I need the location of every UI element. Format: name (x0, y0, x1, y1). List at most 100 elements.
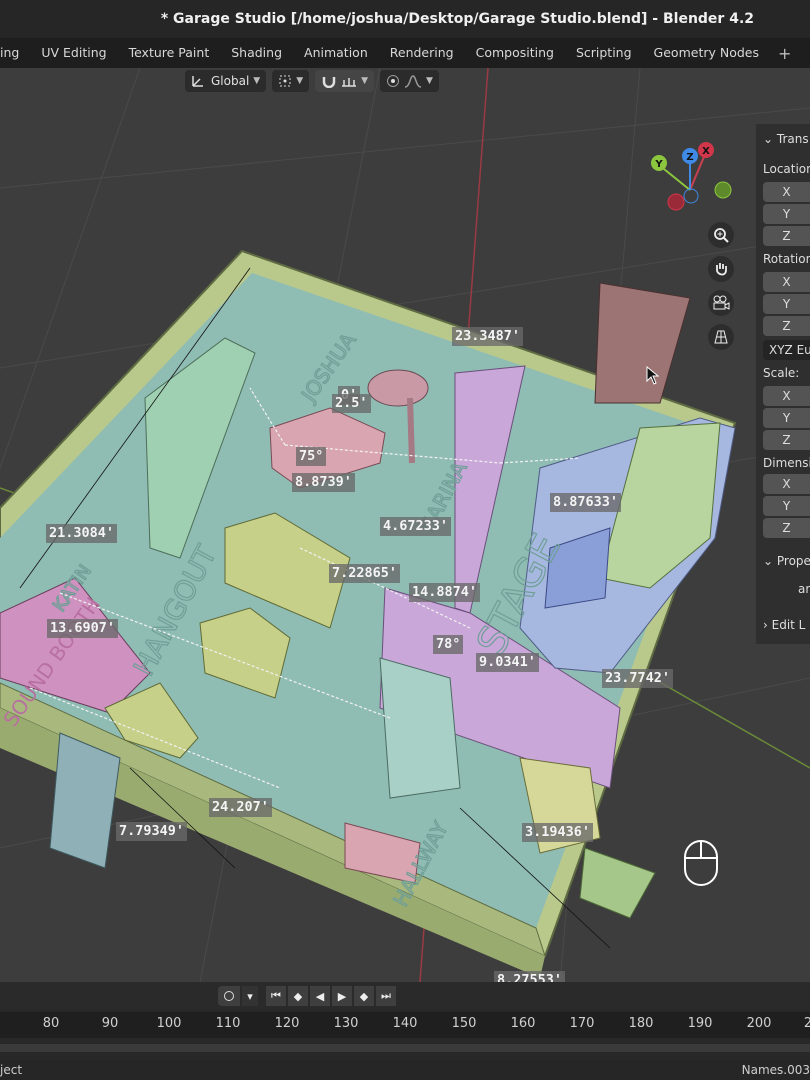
location-y-field[interactable]: Y (763, 204, 810, 224)
frame-tick: 180 (628, 1016, 654, 1031)
gizmo-x-label: X (702, 146, 710, 157)
frame-tick: 80 (42, 1016, 60, 1031)
chevron-down-icon: ▼ (296, 76, 304, 86)
title-bar: * Garage Studio [/home/joshua/Desktop/Ga… (0, 0, 810, 38)
record-icon (224, 991, 234, 1001)
stairs (379, 657, 461, 799)
snap-toggle[interactable]: ▼ (315, 70, 375, 92)
lamp (367, 369, 429, 407)
orientation-axes-icon (192, 76, 203, 87)
tab-rendering[interactable]: Rendering (379, 38, 465, 68)
playback-controls: ▾ ⏮ ◆ ◀ ▶ ◆ ⏭ (0, 982, 810, 1010)
scale-x-field[interactable]: X (763, 386, 810, 406)
chevron-down-icon: ▼ (361, 76, 369, 86)
rotation-mode-dropdown[interactable]: XYZ Eu (763, 340, 810, 360)
tab-shading[interactable]: Shading (220, 38, 293, 68)
timeline-scrollbar[interactable] (0, 1044, 810, 1052)
zoom-icon[interactable] (708, 222, 734, 248)
transform-orientation-value: Global (211, 74, 250, 88)
scale-y-field[interactable]: Y (763, 408, 810, 428)
tab-animation[interactable]: Animation (293, 38, 379, 68)
frame-tick: 130 (333, 1016, 359, 1031)
dimensions-y-field[interactable]: Y (763, 496, 810, 516)
dimension-label: 23.3487' (452, 327, 524, 346)
jump-end-icon[interactable]: ⏭ (376, 986, 396, 1006)
tab-scripting[interactable]: Scripting (565, 38, 643, 68)
rotation-label: Rotation (763, 252, 810, 266)
rotation-z-field[interactable]: Z (763, 316, 810, 336)
dimension-label: 21.3084' (46, 524, 118, 543)
camera-icon[interactable] (708, 290, 734, 316)
prev-keyframe-icon[interactable]: ◆ (288, 986, 308, 1006)
location-label: Location (763, 162, 810, 176)
3d-viewport[interactable]: HANGOUT HALLWAY JOSHUA SARINA STAGE KATI… (0, 68, 810, 982)
frame-tick: 2 (803, 1016, 810, 1031)
magnet-icon (322, 77, 336, 88)
grid-icon[interactable] (708, 324, 734, 350)
frame-ruler[interactable]: 80 90 100 110 120 130 140 150 160 170 18… (0, 1012, 810, 1038)
location-x-field[interactable]: X (763, 182, 810, 202)
tab-geometry-nodes[interactable]: Geometry Nodes (643, 38, 770, 68)
timeline-editor: ▾ ⏮ ◆ ◀ ▶ ◆ ⏭ 80 90 100 110 120 130 140 … (0, 982, 810, 1060)
viewport-header-tools: Global ▼ ▼ ▼ ▼ (185, 70, 439, 92)
dimensions-label: Dimensi (763, 456, 810, 470)
properties-value: ar (798, 582, 810, 596)
dimension-label: 3.19436' (522, 823, 594, 842)
chevron-down-icon[interactable]: ▾ (242, 986, 258, 1006)
pivot-point-dropdown[interactable]: ▼ (272, 70, 310, 92)
transform-panel-header[interactable]: ⌄ Trans (756, 132, 810, 146)
play-reverse-icon[interactable]: ◀ (310, 986, 330, 1006)
frame-tick: 110 (215, 1016, 241, 1031)
location-z-field[interactable]: Z (763, 226, 810, 246)
window-title: * Garage Studio [/home/joshua/Desktop/Ga… (160, 11, 754, 27)
edit-panel-header[interactable]: › Edit L (756, 618, 810, 632)
scale-z-field[interactable]: Z (763, 430, 810, 450)
rotation-x-field[interactable]: X (763, 272, 810, 292)
chevron-down-icon: ⌄ (763, 554, 777, 568)
frame-tick: 140 (392, 1016, 418, 1031)
next-keyframe-icon[interactable]: ◆ (354, 986, 374, 1006)
frame-tick: 200 (746, 1016, 772, 1031)
hand-icon[interactable] (708, 256, 734, 282)
proportional-editing-toggle[interactable]: ▼ (380, 70, 439, 92)
dimension-label: 8.27553' (494, 971, 566, 982)
door-back (594, 282, 691, 404)
play-icon[interactable]: ▶ (332, 986, 352, 1006)
snap-increment-icon (342, 78, 357, 87)
frame-tick: 150 (451, 1016, 477, 1031)
tab-texture-paint[interactable]: Texture Paint (118, 38, 221, 68)
dimension-label: 14.8874' (409, 583, 481, 602)
transform-orientation-dropdown[interactable]: Global ▼ (185, 70, 267, 92)
angle-label: 78° (433, 635, 464, 654)
dimension-label: 8.87633' (550, 493, 622, 512)
chevron-down-icon: ⌄ (763, 132, 777, 146)
status-bar: ject Names.003 (0, 1060, 810, 1080)
tab-uv-editing[interactable]: UV Editing (30, 38, 117, 68)
pivot-icon (279, 75, 291, 87)
jump-start-icon[interactable]: ⏮ (266, 986, 286, 1006)
add-workspace-button[interactable]: + (770, 44, 799, 63)
frame-tick: 170 (569, 1016, 595, 1031)
dimension-label: 23.7742' (602, 669, 674, 688)
dimension-label: 7.79349' (116, 822, 188, 841)
properties-panel-header[interactable]: ⌄ Prope (756, 554, 810, 568)
falloff-curve-icon (404, 75, 422, 88)
rotation-y-field[interactable]: Y (763, 294, 810, 314)
keying-toggle[interactable] (218, 986, 240, 1006)
workspace-tabs: ing UV Editing Texture Paint Shading Ani… (0, 38, 810, 68)
status-left-text: ject (0, 1063, 23, 1077)
tab-compositing[interactable]: Compositing (465, 38, 565, 68)
dimension-label: 7.22865' (329, 564, 401, 583)
gizmo-z-label: Z (686, 152, 693, 163)
mouse-indicator-icon (684, 840, 718, 886)
navigation-gizmo[interactable]: X Z Y (640, 140, 740, 220)
tab-layout[interactable]: ing (0, 38, 30, 68)
angle-label: 75° (296, 447, 327, 466)
chevron-down-icon: ▼ (253, 76, 261, 86)
dimension-label: 4.67233' (380, 517, 452, 536)
status-right-text: Names.003 (741, 1063, 810, 1077)
mouse-cursor-icon (646, 366, 660, 385)
dimension-label: 9.0341' (476, 653, 539, 672)
dimensions-x-field[interactable]: X (763, 474, 810, 494)
dimensions-z-field[interactable]: Z (763, 518, 810, 538)
